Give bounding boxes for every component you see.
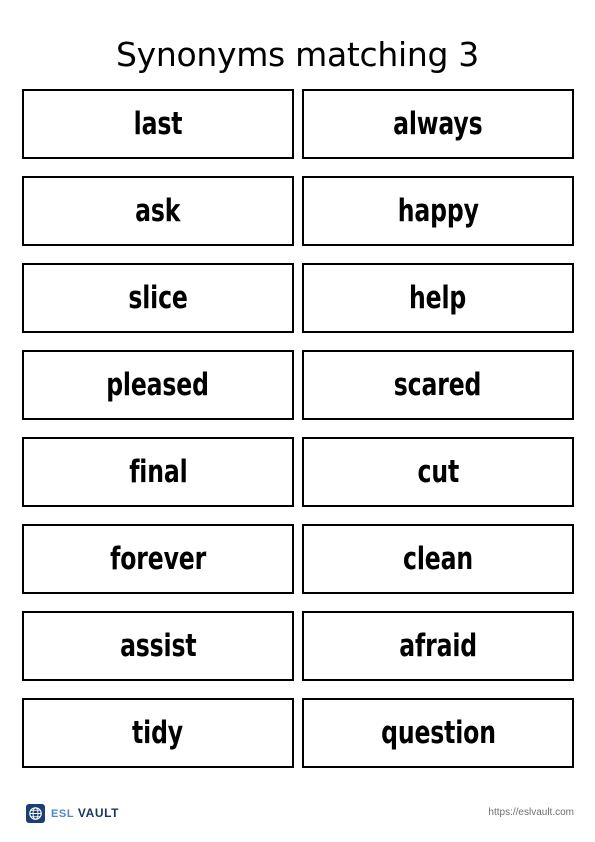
word-label: help [409, 280, 467, 316]
word-card-right-5[interactable]: cut [302, 437, 574, 507]
word-label: slice [128, 280, 188, 316]
brand-name-vault: VAULT [77, 805, 120, 820]
word-card-right-7[interactable]: afraid [302, 611, 574, 681]
page-footer: ESL VAULT https://eslvault.com [0, 800, 595, 834]
word-label: last [133, 106, 183, 142]
word-label: afraid [399, 628, 477, 664]
word-card-left-4[interactable]: pleased [22, 350, 294, 420]
word-label: question [380, 715, 496, 751]
word-card-left-2[interactable]: ask [22, 176, 294, 246]
word-label: pleased [106, 367, 210, 403]
word-card-left-1[interactable]: last [22, 89, 294, 159]
word-card-right-1[interactable]: always [302, 89, 574, 159]
site-url[interactable]: https://eslvault.com [488, 807, 574, 819]
word-label: final [128, 454, 188, 490]
word-card-left-7[interactable]: assist [22, 611, 294, 681]
word-card-left-3[interactable]: slice [22, 263, 294, 333]
word-card-left-8[interactable]: tidy [22, 698, 294, 768]
page-title: Synonyms matching 3 [115, 35, 480, 75]
word-label: clean [403, 541, 473, 577]
word-card-grid: last always ask happy slice help pleased… [22, 89, 574, 768]
word-card-right-3[interactable]: help [302, 263, 574, 333]
word-label: ask [135, 193, 181, 229]
globe-logo-icon [26, 804, 45, 823]
brand-logo: ESL VAULT [26, 804, 119, 823]
brand-name: ESL VAULT [51, 805, 120, 821]
word-label: tidy [132, 715, 184, 751]
word-card-left-5[interactable]: final [22, 437, 294, 507]
word-card-right-6[interactable]: clean [302, 524, 574, 594]
brand-name-esl: ESL [51, 807, 75, 820]
word-card-left-6[interactable]: forever [22, 524, 294, 594]
word-label: forever [110, 541, 206, 577]
worksheet-page: Synonyms matching 3 last always ask happ… [0, 0, 595, 842]
word-label: cut [417, 454, 459, 490]
word-card-right-2[interactable]: happy [302, 176, 574, 246]
word-card-right-8[interactable]: question [302, 698, 574, 768]
word-label: scared [394, 367, 482, 403]
word-label: assist [119, 628, 197, 664]
word-card-right-4[interactable]: scared [302, 350, 574, 420]
word-label: happy [397, 193, 479, 229]
word-label: always [393, 106, 483, 142]
